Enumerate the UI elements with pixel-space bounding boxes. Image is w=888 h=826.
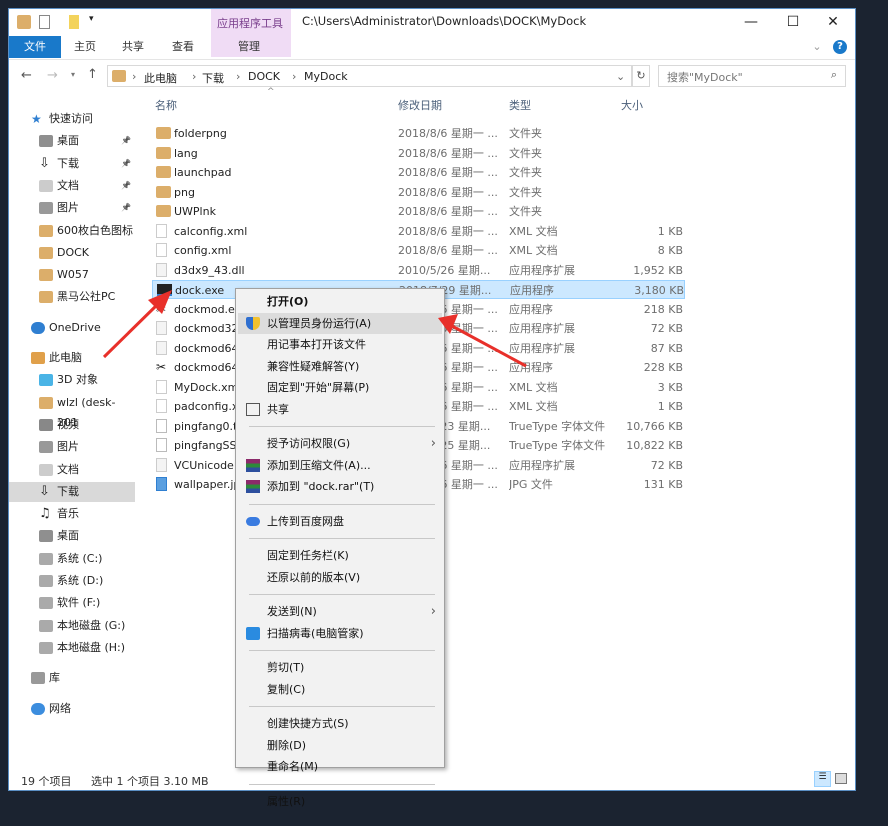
red-arrow-to-run-as-admin bbox=[438, 314, 527, 368]
red-arrow-to-file bbox=[102, 290, 172, 359]
annotation-arrows bbox=[102, 290, 527, 368]
